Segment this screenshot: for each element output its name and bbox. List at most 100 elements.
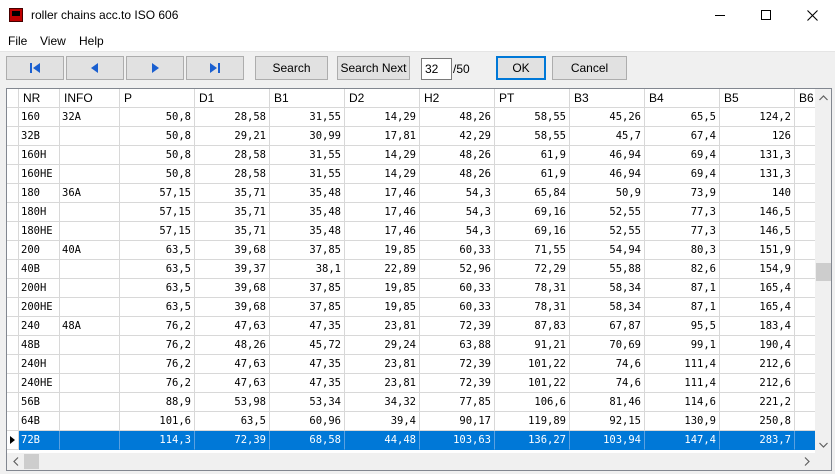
row-selector[interactable] (7, 298, 19, 317)
cell-b5[interactable]: 183,4 (720, 317, 795, 336)
cell-d1[interactable]: 28,58 (195, 165, 270, 184)
cell-nr[interactable]: 40B (19, 260, 60, 279)
cell-pt[interactable]: 136,27 (495, 431, 570, 450)
cell-b6[interactable] (795, 431, 815, 450)
cell-b4[interactable]: 114,6 (645, 393, 720, 412)
cell-h2[interactable]: 48,26 (420, 146, 495, 165)
cell-b1[interactable]: 47,35 (270, 317, 345, 336)
cell-b6[interactable] (795, 374, 815, 393)
search-button[interactable]: Search (255, 56, 328, 80)
cell-b1[interactable]: 68,58 (270, 431, 345, 450)
cell-b5[interactable]: 212,6 (720, 374, 795, 393)
cell-nr[interactable]: 240H (19, 355, 60, 374)
cell-h2[interactable]: 48,26 (420, 108, 495, 127)
cell-info[interactable] (60, 222, 120, 241)
cell-info[interactable]: 36A (60, 184, 120, 203)
column-header-p[interactable]: P (120, 89, 195, 108)
cell-d2[interactable]: 23,81 (345, 355, 420, 374)
cell-pt[interactable]: 119,89 (495, 412, 570, 431)
cell-h2[interactable]: 63,88 (420, 336, 495, 355)
table-row[interactable]: 40B 63,5 39,37 38,1 22,89 52,96 72,29 55,88 82,6… (7, 260, 815, 279)
cell-d1[interactable]: 47,63 (195, 374, 270, 393)
cell-d2[interactable]: 17,46 (345, 222, 420, 241)
cell-pt[interactable]: 61,9 (495, 146, 570, 165)
cell-h2[interactable]: 54,3 (420, 222, 495, 241)
cell-b3[interactable]: 55,88 (570, 260, 645, 279)
vertical-scrollbar[interactable] (815, 89, 831, 453)
cell-p[interactable]: 63,5 (120, 279, 195, 298)
cell-d1[interactable]: 72,39 (195, 431, 270, 450)
cell-b3[interactable]: 58,34 (570, 279, 645, 298)
cell-p[interactable]: 101,6 (120, 412, 195, 431)
cell-b1[interactable]: 37,85 (270, 241, 345, 260)
cell-pt[interactable]: 61,9 (495, 165, 570, 184)
cell-b4[interactable]: 67,4 (645, 127, 720, 146)
previous-record-button[interactable] (66, 56, 124, 80)
cell-d1[interactable]: 39,68 (195, 298, 270, 317)
cell-b1[interactable]: 37,85 (270, 279, 345, 298)
cell-d1[interactable]: 39,68 (195, 241, 270, 260)
cell-b3[interactable]: 45,7 (570, 127, 645, 146)
cell-nr[interactable]: 64B (19, 412, 60, 431)
cell-b1[interactable]: 35,48 (270, 184, 345, 203)
cell-info[interactable] (60, 260, 120, 279)
row-selector[interactable] (7, 431, 19, 450)
cell-b4[interactable]: 95,5 (645, 317, 720, 336)
cell-b5[interactable]: 221,2 (720, 393, 795, 412)
cell-h2[interactable]: 60,33 (420, 279, 495, 298)
cell-b5[interactable]: 124,2 (720, 108, 795, 127)
cell-p[interactable]: 76,2 (120, 336, 195, 355)
scroll-right-button[interactable] (798, 453, 815, 470)
cell-d1[interactable]: 35,71 (195, 222, 270, 241)
cell-b5[interactable]: 165,4 (720, 298, 795, 317)
cell-b1[interactable]: 53,34 (270, 393, 345, 412)
cell-d1[interactable]: 39,37 (195, 260, 270, 279)
cell-nr[interactable]: 180H (19, 203, 60, 222)
cell-p[interactable]: 76,2 (120, 317, 195, 336)
cell-pt[interactable]: 69,16 (495, 203, 570, 222)
cell-b1[interactable]: 37,85 (270, 298, 345, 317)
cell-info[interactable] (60, 279, 120, 298)
cell-d1[interactable]: 28,58 (195, 108, 270, 127)
cell-info[interactable] (60, 146, 120, 165)
cell-info[interactable] (60, 355, 120, 374)
cell-d2[interactable]: 14,29 (345, 146, 420, 165)
row-selector[interactable] (7, 374, 19, 393)
row-selector[interactable] (7, 260, 19, 279)
row-selector[interactable] (7, 127, 19, 146)
cell-nr[interactable]: 32B (19, 127, 60, 146)
row-selector[interactable] (7, 203, 19, 222)
cell-b4[interactable]: 69,4 (645, 165, 720, 184)
cell-nr[interactable]: 160H (19, 146, 60, 165)
column-header-info[interactable]: INFO (60, 89, 120, 108)
cell-d2[interactable]: 23,81 (345, 374, 420, 393)
cell-b3[interactable]: 103,94 (570, 431, 645, 450)
row-selector[interactable] (7, 108, 19, 127)
cell-nr[interactable]: 180HE (19, 222, 60, 241)
table-row[interactable]: 180HE 57,15 35,71 35,48 17,46 54,3 69,16 52,55 7… (7, 222, 815, 241)
cell-p[interactable]: 57,15 (120, 184, 195, 203)
cell-info[interactable] (60, 336, 120, 355)
cell-p[interactable]: 50,8 (120, 127, 195, 146)
cell-b3[interactable]: 81,46 (570, 393, 645, 412)
cell-d2[interactable]: 14,29 (345, 108, 420, 127)
cell-p[interactable]: 57,15 (120, 222, 195, 241)
row-selector[interactable] (7, 336, 19, 355)
cell-d2[interactable]: 34,32 (345, 393, 420, 412)
cell-b5[interactable]: 131,3 (720, 165, 795, 184)
table-row[interactable]: 160H 50,8 28,58 31,55 14,29 48,26 61,9 46,94 69,… (7, 146, 815, 165)
cell-d2[interactable]: 19,85 (345, 279, 420, 298)
column-header-pt[interactable]: PT (495, 89, 570, 108)
cell-b4[interactable]: 73,9 (645, 184, 720, 203)
cell-b5[interactable]: 212,6 (720, 355, 795, 374)
cell-d2[interactable]: 17,81 (345, 127, 420, 146)
cell-info[interactable]: 40A (60, 241, 120, 260)
cell-pt[interactable]: 91,21 (495, 336, 570, 355)
table-row[interactable]: 200 40A 63,5 39,68 37,85 19,85 60,33 71,55 54,94… (7, 241, 815, 260)
cell-pt[interactable]: 65,84 (495, 184, 570, 203)
cell-d2[interactable]: 23,81 (345, 317, 420, 336)
cell-d2[interactable]: 39,4 (345, 412, 420, 431)
data-grid[interactable]: NR INFO P D1 B1 D2 H2 PT B3 B4 B5 B6 160 32A 50,8 28,58… (6, 88, 832, 471)
column-header-nr[interactable]: NR (19, 89, 60, 108)
cell-b4[interactable]: 80,3 (645, 241, 720, 260)
